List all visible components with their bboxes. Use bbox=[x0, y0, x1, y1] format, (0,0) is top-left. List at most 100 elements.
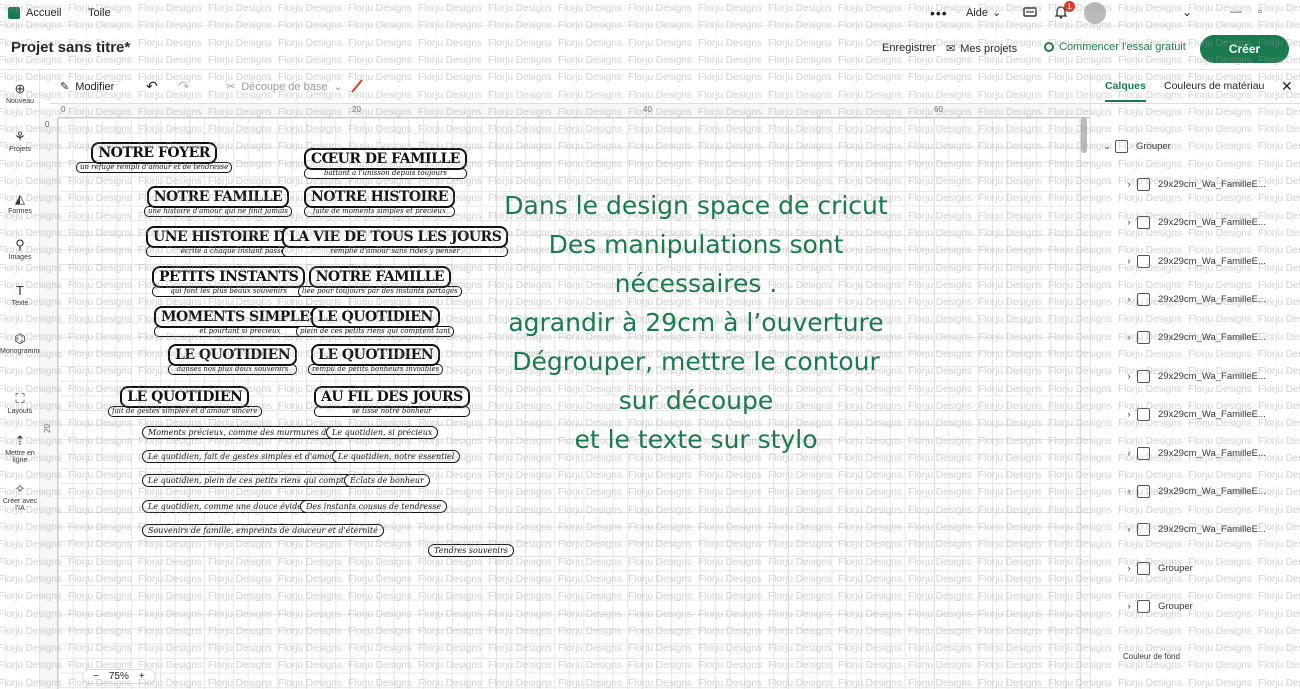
rail-item-4[interactable]: T Texte bbox=[0, 283, 40, 308]
my-projects-button[interactable]: ✉ Mes projets bbox=[946, 42, 1018, 56]
account-chevron-icon[interactable]: ⌄ bbox=[1182, 5, 1192, 19]
project-bar: Projet sans titre* Enregistrer ✉ Mes pro… bbox=[0, 26, 1300, 70]
sticker[interactable]: LE QUOTIDIEN fait de gestes simples et d'… bbox=[108, 386, 262, 417]
restore-icon[interactable]: ▫ bbox=[1258, 4, 1262, 18]
home-label: Accueil bbox=[26, 6, 62, 19]
rail-label: Nouveau bbox=[5, 98, 35, 105]
expand-icon[interactable]: › bbox=[1121, 179, 1137, 189]
layer-row[interactable]: › 29x29cm_Wa_FamilleE... bbox=[1091, 517, 1300, 541]
rail-item-0[interactable]: ⊕ Nouveau bbox=[0, 81, 40, 106]
layer-label: 29x29cm_Wa_FamilleE... bbox=[1158, 370, 1266, 382]
sticker[interactable]: LE QUOTIDIEN rempli de petits bonheurs in… bbox=[308, 344, 444, 375]
ruler-label: 20 bbox=[42, 424, 52, 433]
expand-icon[interactable]: › bbox=[1121, 332, 1137, 342]
color-pencil-icon[interactable] bbox=[350, 78, 364, 94]
operation-select[interactable]: ✂ Découpe de base ⌄ bbox=[226, 80, 343, 94]
layer-row[interactable]: › 29x29cm_Wa_FamilleE... bbox=[1091, 287, 1300, 311]
rail-item-2[interactable]: ◭ Formes bbox=[0, 192, 40, 216]
help-button[interactable]: Aide ⌄ bbox=[966, 6, 1001, 20]
redo-icon[interactable]: ↷ bbox=[178, 78, 190, 95]
sticker[interactable]: NOTRE FAMILLE une histoire d'amour qui ne… bbox=[144, 186, 292, 217]
sticker[interactable]: LE QUOTIDIEN plein de ces petits riens qu… bbox=[296, 306, 455, 337]
trial-button[interactable]: Commencer l'essai gratuit bbox=[1044, 41, 1186, 53]
undo-icon[interactable]: ↶ bbox=[146, 78, 158, 95]
group-icon bbox=[1137, 292, 1150, 306]
rail-item-1[interactable]: ⚘ Projets bbox=[0, 129, 40, 154]
toolbar: ✎ Modifier ↶ ↷ ✂ Découpe de base ⌄ bbox=[50, 70, 1090, 104]
sticker[interactable]: CŒUR DE FAMILLE battant à l'unisson depui… bbox=[304, 148, 467, 179]
expand-icon[interactable]: › bbox=[1121, 601, 1137, 611]
avatar[interactable] bbox=[1084, 2, 1106, 24]
rail-item-3[interactable]: ⚲ Images bbox=[0, 238, 40, 262]
expand-icon[interactable]: › bbox=[1121, 448, 1137, 458]
sticker-phrase[interactable]: Des instants cousus de tendresse bbox=[300, 500, 448, 513]
zoom-in-button[interactable]: + bbox=[139, 671, 145, 682]
machine-icon[interactable] bbox=[1022, 4, 1038, 20]
rail-icon: T bbox=[16, 283, 24, 298]
zoom-out-button[interactable]: − bbox=[93, 671, 99, 682]
expand-icon[interactable]: › bbox=[1121, 294, 1137, 304]
rail-item-8[interactable]: ✧ Créer avec l'IA bbox=[0, 482, 40, 513]
expand-icon[interactable]: › bbox=[1121, 256, 1137, 266]
canvas-tab[interactable]: Toile bbox=[80, 7, 111, 19]
top-bar: Accueil Toile ••• Aide ⌄ 1 ⌄ — ▫ bbox=[0, 0, 1300, 26]
layer-row[interactable]: › 29x29cm_Wa_FamilleE... bbox=[1091, 325, 1300, 349]
sticker-phrase[interactable]: Le quotidien, comme une douce évidence bbox=[142, 500, 323, 513]
help-label: Aide bbox=[966, 6, 989, 19]
layer-row[interactable]: › 29x29cm_Wa_FamilleE... bbox=[1091, 402, 1300, 426]
rail-label: Images bbox=[8, 254, 32, 261]
rail-icon: ⚘ bbox=[14, 129, 26, 144]
layer-row[interactable]: › 29x29cm_Wa_FamilleE... bbox=[1091, 479, 1300, 503]
sticker-phrase[interactable]: Le quotidien, si précieux bbox=[326, 426, 439, 439]
layer-row[interactable]: › 29x29cm_Wa_FamilleE... bbox=[1091, 441, 1300, 465]
expand-icon[interactable]: › bbox=[1121, 563, 1137, 573]
sticker-phrase[interactable]: Tendres souvenirs bbox=[428, 544, 514, 557]
rail-label: Texte bbox=[11, 300, 29, 307]
layer-row[interactable]: › 29x29cm_Wa_FamilleE... bbox=[1091, 249, 1300, 273]
edit-button[interactable]: ✎ Modifier bbox=[60, 80, 114, 94]
layer-row[interactable]: › 29x29cm_Wa_FamilleE... bbox=[1091, 364, 1300, 388]
rail-item-7[interactable]: ⇡ Mettre en ligne bbox=[0, 434, 40, 465]
instruction-line: Dans le design space de cricut bbox=[504, 191, 888, 220]
layer-row[interactable]: › 29x29cm_Wa_FamilleE... bbox=[1091, 172, 1300, 196]
scrollbar-thumb[interactable] bbox=[1081, 117, 1087, 153]
sticker[interactable]: PETITS INSTANTS qui font les plus beaux s… bbox=[152, 266, 306, 297]
expand-icon[interactable]: › bbox=[1121, 217, 1137, 227]
expand-icon[interactable]: ⌄ bbox=[1099, 141, 1115, 152]
my-projects-label: Mes projets bbox=[960, 42, 1018, 55]
layer-row[interactable]: ⌄ Grouper bbox=[1091, 134, 1300, 158]
sticker[interactable]: NOTRE FAMILLE liée pour toujours par des … bbox=[298, 266, 462, 297]
more-icon[interactable]: ••• bbox=[930, 5, 948, 21]
layer-row[interactable]: › Grouper bbox=[1091, 594, 1300, 618]
sticker-phrase[interactable]: Éclats de bonheur bbox=[344, 474, 430, 487]
home-tab[interactable]: Accueil bbox=[0, 6, 80, 19]
chevron-down-icon: ⌄ bbox=[333, 81, 343, 93]
close-icon[interactable]: ✕ bbox=[1281, 78, 1293, 95]
sticker-phrase[interactable]: Souvenirs de famille, empreints de douce… bbox=[142, 524, 384, 537]
canvas-scrollbar[interactable] bbox=[1080, 114, 1088, 689]
sticker[interactable]: NOTRE FOYER un refuge rempli d'amour et d… bbox=[76, 142, 233, 173]
expand-icon[interactable]: › bbox=[1121, 524, 1137, 534]
group-icon bbox=[1137, 484, 1150, 498]
expand-icon[interactable]: › bbox=[1121, 486, 1137, 496]
project-title[interactable]: Projet sans titre* bbox=[11, 39, 130, 56]
save-button[interactable]: Enregistrer bbox=[882, 42, 936, 54]
tab-material-colors[interactable]: Couleurs de matériau bbox=[1164, 80, 1264, 92]
minimize-icon[interactable]: — bbox=[1230, 4, 1242, 18]
rail-item-5[interactable]: ⌬ Monogramme bbox=[0, 332, 43, 356]
expand-icon[interactable]: › bbox=[1121, 371, 1137, 381]
expand-icon[interactable]: › bbox=[1121, 409, 1137, 419]
access-icon bbox=[1044, 42, 1054, 52]
tab-layers[interactable]: Calques bbox=[1105, 80, 1146, 102]
sticker[interactable]: NOTRE HISTOIRE faite de moments simples e… bbox=[304, 186, 455, 217]
layer-row[interactable]: › Grouper bbox=[1091, 556, 1300, 580]
trial-label: Commencer l'essai gratuit bbox=[1059, 41, 1186, 53]
rail-label: Layouts bbox=[7, 408, 33, 415]
rail-icon: ⊕ bbox=[14, 81, 26, 96]
create-button[interactable]: Créer bbox=[1200, 35, 1289, 63]
sticker[interactable]: LE QUOTIDIEN dansés nos plus doux souveni… bbox=[168, 344, 298, 375]
background-color-label[interactable]: Couleur de fond bbox=[1123, 652, 1180, 661]
instruction-line: sur découpe bbox=[618, 386, 774, 415]
rail-item-6[interactable]: ⛶ Layouts bbox=[0, 392, 40, 416]
layer-row[interactable]: › 29x29cm_Wa_FamilleE... bbox=[1091, 210, 1300, 234]
